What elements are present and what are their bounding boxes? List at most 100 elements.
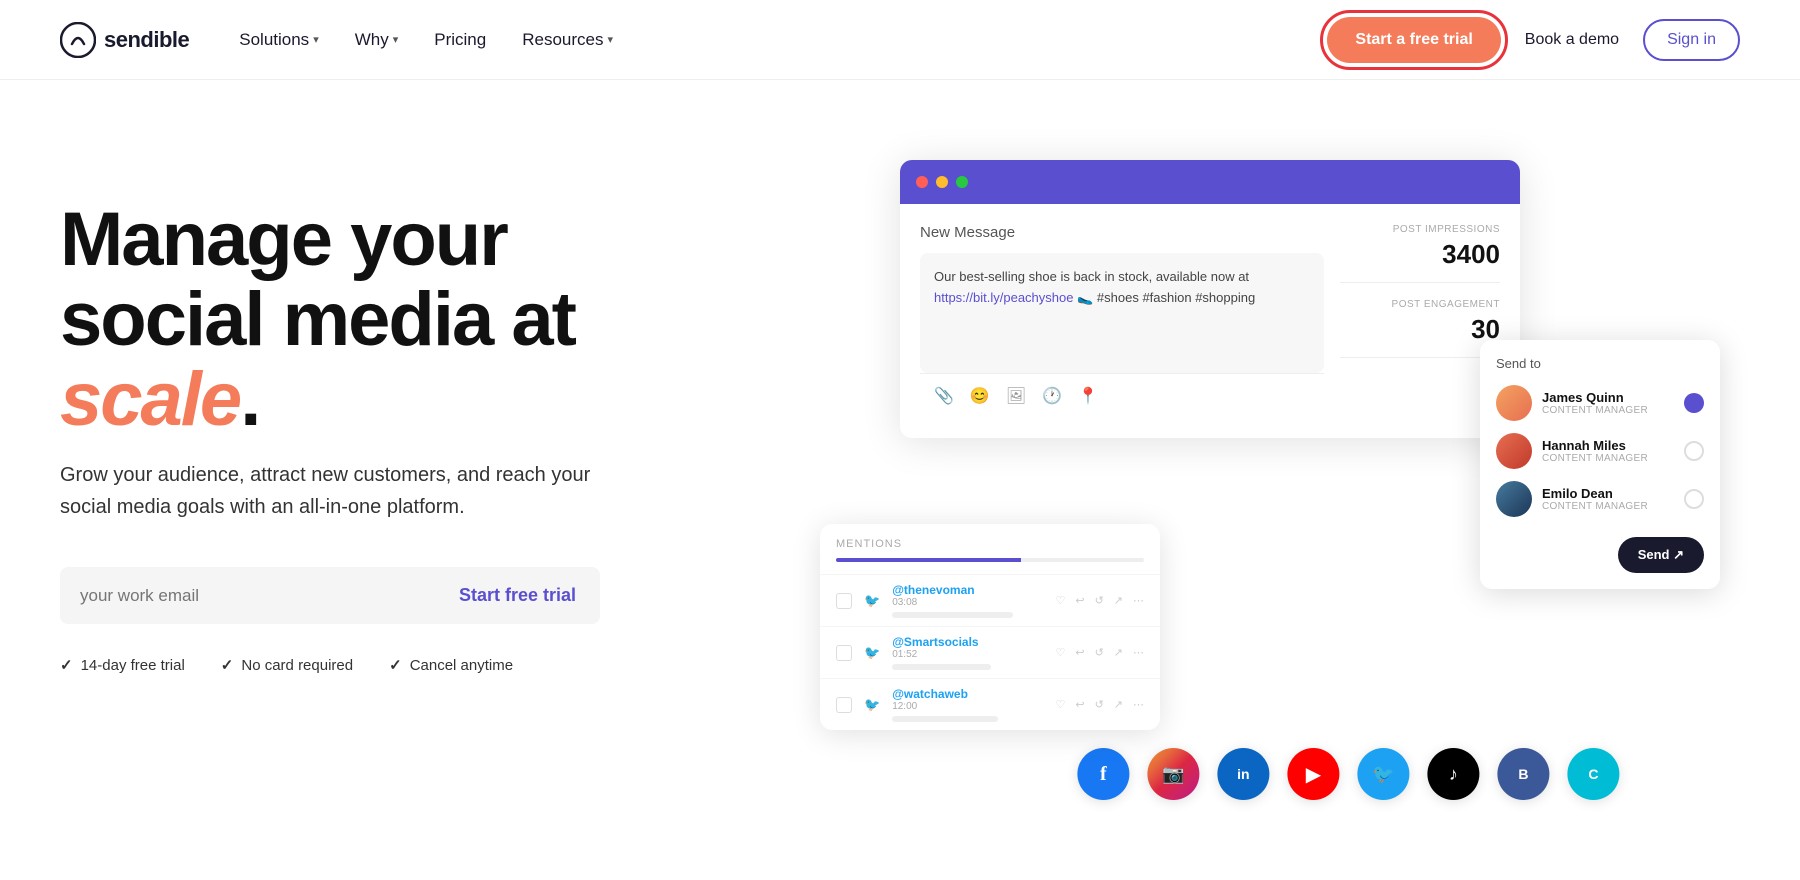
send-button[interactable]: Send ↗ [1618,537,1704,573]
person-emilo-info: Emilo Dean CONTENT MANAGER [1542,486,1674,512]
like-icon[interactable]: ♡ [1055,698,1065,711]
image-icon[interactable]: 🖼 [1006,386,1026,406]
buffer-icon[interactable]: B [1497,748,1549,800]
mentions-panel: MENTIONS 🐦 @thenevoman 03:08 ♡ ↩ ↺ ↗ ⋯ [820,524,1160,730]
trust-badges: ✓ 14-day free trial ✓ No card required ✓… [60,656,740,674]
facebook-icon[interactable]: f [1077,748,1129,800]
emoji-icon[interactable]: 😊 [970,386,990,406]
radio-selected-james[interactable] [1684,393,1704,413]
mention-text-bar [892,612,1013,618]
twitter-icon[interactable]: 🐦 [1357,748,1409,800]
more-icon[interactable]: ⋯ [1133,594,1144,607]
retweet-icon[interactable]: ↺ [1095,594,1104,607]
hero-right: New Message Our best-selling shoe is bac… [740,160,1740,820]
youtube-icon[interactable]: ▶ [1287,748,1339,800]
email-form: Start free trial [60,567,600,624]
chevron-down-icon: ▾ [313,33,319,46]
twitter-icon-small: 🐦 [864,645,880,661]
email-input[interactable] [80,586,443,606]
retweet-icon[interactable]: ↺ [1095,646,1104,659]
twitter-icon-small: 🐦 [864,593,880,609]
radio-empty-emilo[interactable] [1684,489,1704,509]
location-icon[interactable]: 📍 [1078,386,1098,406]
mention-row-2: 🐦 @Smartsocials 01:52 ♡ ↩ ↺ ↗ ⋯ [820,626,1160,678]
reply-icon[interactable]: ↩ [1075,646,1084,659]
check-icon: ✓ [60,656,73,674]
hero-section: Manage your social media at scale. Grow … [0,80,1800,880]
nav-pricing[interactable]: Pricing [434,30,486,50]
start-free-trial-button[interactable]: Start free trial [443,575,592,616]
mentions-progress-bar [836,558,1144,562]
more-icon[interactable]: ⋯ [1133,646,1144,659]
new-message-label: New Message [920,224,1324,241]
mention-content-1: @thenevoman 03:08 [892,583,1043,618]
tiktok-icon[interactable]: ♪ [1427,748,1479,800]
book-demo-link[interactable]: Book a demo [1525,31,1619,49]
like-icon[interactable]: ♡ [1055,594,1065,607]
post-impressions-stat: POST IMPRESSIONS 3400 [1340,224,1500,283]
cx-icon[interactable]: C [1567,748,1619,800]
schedule-icon[interactable]: 🕐 [1042,386,1062,406]
send-to-emilo: Emilo Dean CONTENT MANAGER [1496,481,1704,517]
linkedin-icon[interactable]: in [1217,748,1269,800]
mention-checkbox[interactable] [836,697,852,713]
instagram-icon[interactable]: 📷 [1147,748,1199,800]
attachment-icon[interactable]: 📎 [934,386,954,406]
reply-icon[interactable]: ↩ [1075,594,1084,607]
reply-icon[interactable]: ↩ [1075,698,1084,711]
person-james-info: James Quinn CONTENT MANAGER [1542,390,1674,416]
minimize-dot [936,176,948,188]
logo[interactable]: sendible [60,22,189,58]
like-icon[interactable]: ♡ [1055,646,1065,659]
mention-row-3: 🐦 @watchaweb 12:00 ♡ ↩ ↺ ↗ ⋯ [820,678,1160,730]
start-trial-button[interactable]: Start a free trial [1327,17,1500,63]
twitter-icon-small: 🐦 [864,697,880,713]
mention-checkbox[interactable] [836,645,852,661]
radio-empty-hannah[interactable] [1684,441,1704,461]
stats-panel: POST IMPRESSIONS 3400 POST ENGAGEMENT 30 [1340,224,1500,418]
avatar-hannah [1496,433,1532,469]
mention-text-bar [892,716,998,722]
hero-heading: Manage your social media at scale. [60,200,740,439]
post-engagement-stat: POST ENGAGEMENT 30 [1340,299,1500,358]
compose-toolbar: 📎 😊 🖼 🕐 📍 [920,373,1324,418]
mention-actions-3: ♡ ↩ ↺ ↗ ⋯ [1055,698,1144,711]
share-icon[interactable]: ↗ [1114,646,1123,659]
share-icon[interactable]: ↗ [1114,698,1123,711]
share-icon[interactable]: ↗ [1114,594,1123,607]
send-to-hannah: Hannah Miles CONTENT MANAGER [1496,433,1704,469]
mention-checkbox[interactable] [836,593,852,609]
mention-content-2: @Smartsocials 01:52 [892,635,1043,670]
navbar: sendible Solutions ▾ Why ▾ Pricing Resou… [0,0,1800,80]
hero-subtext: Grow your audience, attract new customer… [60,459,640,523]
stats-block: POST IMPRESSIONS 3400 POST ENGAGEMENT 30 [1340,224,1500,358]
nav-resources[interactable]: Resources ▾ [522,30,613,50]
mention-content-3: @watchaweb 12:00 [892,687,1043,722]
logo-icon [60,22,96,58]
nav-why[interactable]: Why ▾ [355,30,399,50]
sign-in-button[interactable]: Sign in [1643,19,1740,61]
hero-left: Manage your social media at scale. Grow … [60,160,740,674]
avatar-emilo [1496,481,1532,517]
send-to-james: James Quinn CONTENT MANAGER [1496,385,1704,421]
more-icon[interactable]: ⋯ [1133,698,1144,711]
nav-actions: Start a free trial Book a demo Sign in [1327,17,1740,63]
trust-item-cancel: ✓ Cancel anytime [389,656,513,674]
mention-text-bar [892,664,990,670]
retweet-icon[interactable]: ↺ [1095,698,1104,711]
compose-window: New Message Our best-selling shoe is bac… [900,160,1520,438]
person-hannah-info: Hannah Miles CONTENT MANAGER [1542,438,1674,464]
close-dot [916,176,928,188]
check-icon: ✓ [389,656,402,674]
mention-actions-1: ♡ ↩ ↺ ↗ ⋯ [1055,594,1144,607]
send-to-label: Send to [1496,356,1704,371]
trust-item-no-card: ✓ No card required [221,656,353,674]
trust-item-trial: ✓ 14-day free trial [60,656,185,674]
compose-left: New Message Our best-selling shoe is bac… [920,224,1324,418]
avatar-james [1496,385,1532,421]
chevron-down-icon: ▾ [393,33,399,46]
compose-text-area[interactable]: Our best-selling shoe is back in stock, … [920,253,1324,373]
nav-solutions[interactable]: Solutions ▾ [239,30,318,50]
social-icons-row: f 📷 in ▶ 🐦 ♪ B C [1077,728,1619,820]
compose-link[interactable]: https://bit.ly/peachyshoe [934,290,1073,305]
